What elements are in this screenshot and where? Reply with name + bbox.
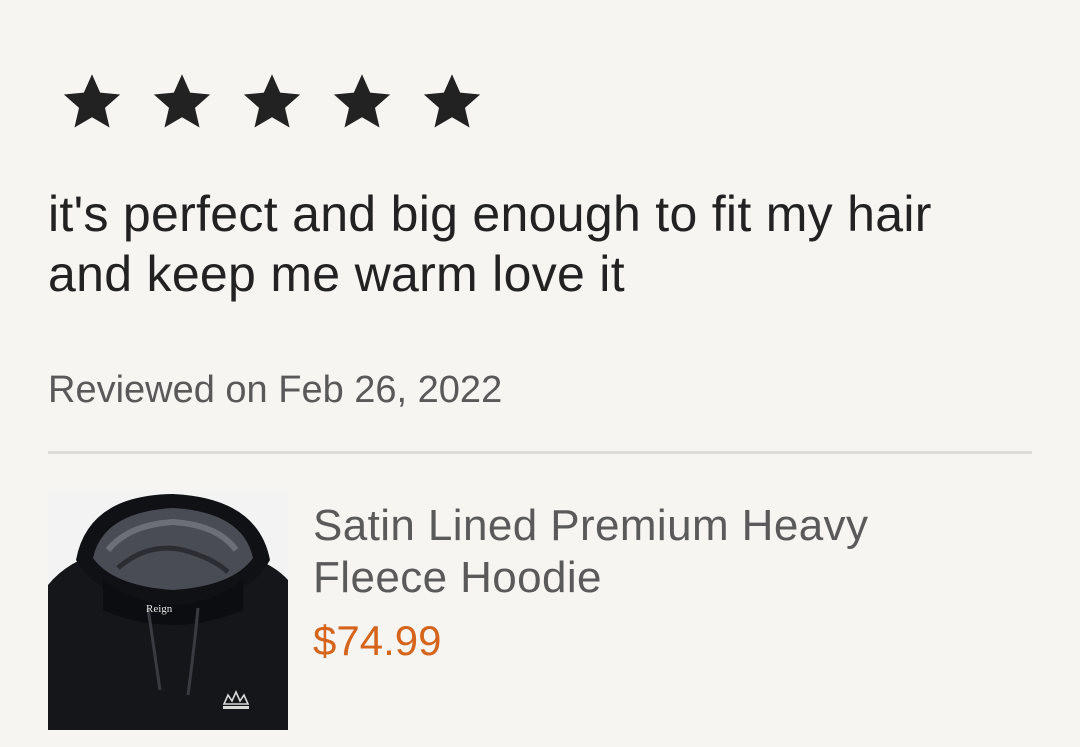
star-icon: [420, 70, 484, 134]
product-price: $74.99: [313, 617, 442, 664]
star-icon: [240, 70, 304, 134]
svg-text:Reign: Reign: [146, 603, 173, 615]
star-icon: [330, 70, 394, 134]
star-icon: [150, 70, 214, 134]
review-text: it's perfect and big enough to fit my ha…: [48, 186, 932, 302]
star-icon: [60, 70, 124, 134]
star-rating: [60, 70, 484, 136]
review-date: Reviewed on Feb 26, 2022: [48, 369, 503, 411]
product-image[interactable]: Reign: [48, 490, 288, 730]
divider: [48, 451, 1032, 454]
product-card[interactable]: Reign Satin Lined Premium Heavy Fleece H…: [48, 490, 1032, 730]
product-title[interactable]: Satin Lined Premium Heavy Fleece Hoodie: [313, 500, 1013, 604]
